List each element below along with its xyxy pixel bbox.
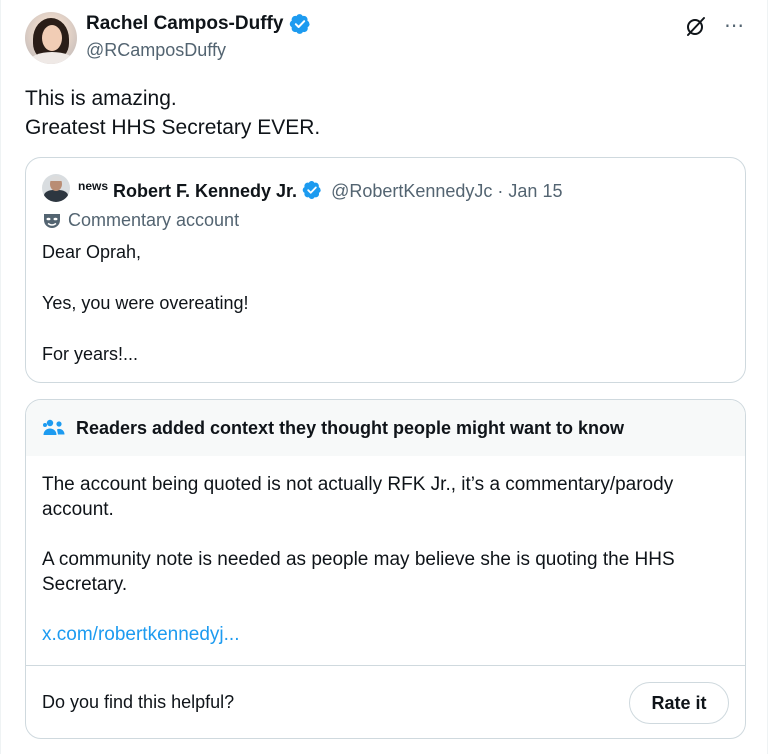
quoted-line-1: Dear Oprah, bbox=[42, 242, 142, 262]
community-note-body: The account being quoted is not actually… bbox=[42, 472, 732, 647]
quoted-line-2: Yes, you were overeating! bbox=[42, 293, 249, 313]
tweet-line-1: This is amazing. bbox=[25, 87, 177, 110]
note-paragraph-1: The account being quoted is not actually… bbox=[42, 474, 674, 520]
quoted-header: news Robert F. Kennedy Jr. @RobertKenned… bbox=[78, 177, 562, 202]
verified-badge-icon bbox=[302, 181, 321, 199]
quoted-body: Dear Oprah, Yes, you were overeating! Fo… bbox=[42, 240, 248, 367]
verified-badge-icon bbox=[290, 14, 311, 34]
quoted-author-name[interactable]: Robert F. Kennedy Jr. bbox=[113, 181, 297, 202]
helpful-prompt: Do you find this helpful? bbox=[42, 692, 235, 712]
author-avatar[interactable] bbox=[25, 12, 77, 64]
community-note-title: Readers added context they thought peopl… bbox=[76, 417, 625, 438]
commentary-label-text: Commentary account bbox=[68, 210, 240, 230]
quoted-tweet[interactable]: news Robert F. Kennedy Jr. @RobertKenned… bbox=[25, 157, 746, 383]
mask-icon bbox=[44, 213, 60, 228]
tweet-actions-top: ⋯ bbox=[684, 14, 745, 38]
note-divider bbox=[26, 665, 745, 666]
author-handle[interactable]: @RCamposDuffy bbox=[86, 40, 226, 61]
rate-it-button[interactable]: Rate it bbox=[629, 682, 729, 724]
note-source-link[interactable]: x.com/robertkennedyj... bbox=[42, 624, 239, 645]
note-paragraph-2: A community note is needed as people may… bbox=[42, 549, 675, 595]
tweet-text: This is amazing. Greatest HHS Secretary … bbox=[25, 84, 320, 142]
tweet-line-2: Greatest HHS Secretary EVER. bbox=[25, 116, 321, 139]
news-badge: news bbox=[78, 179, 109, 193]
more-icon[interactable]: ⋯ bbox=[724, 16, 745, 36]
author-name-row[interactable]: Rachel Campos-Duffy bbox=[86, 13, 311, 35]
community-note-header: Readers added context they thought peopl… bbox=[26, 400, 745, 456]
people-icon bbox=[43, 419, 65, 435]
tweet-card: Rachel Campos-Duffy @RCamposDuffy ⋯ This… bbox=[0, 0, 768, 754]
commentary-label: Commentary account bbox=[42, 210, 239, 231]
quoted-handle-date[interactable]: @RobertKennedyJc · Jan 15 bbox=[331, 181, 562, 202]
quoted-author-avatar[interactable] bbox=[42, 174, 70, 202]
quoted-line-3: For years!... bbox=[42, 344, 139, 364]
community-note: Readers added context they thought peopl… bbox=[25, 399, 746, 739]
grok-icon[interactable] bbox=[684, 14, 708, 38]
author-name[interactable]: Rachel Campos-Duffy bbox=[86, 13, 283, 35]
